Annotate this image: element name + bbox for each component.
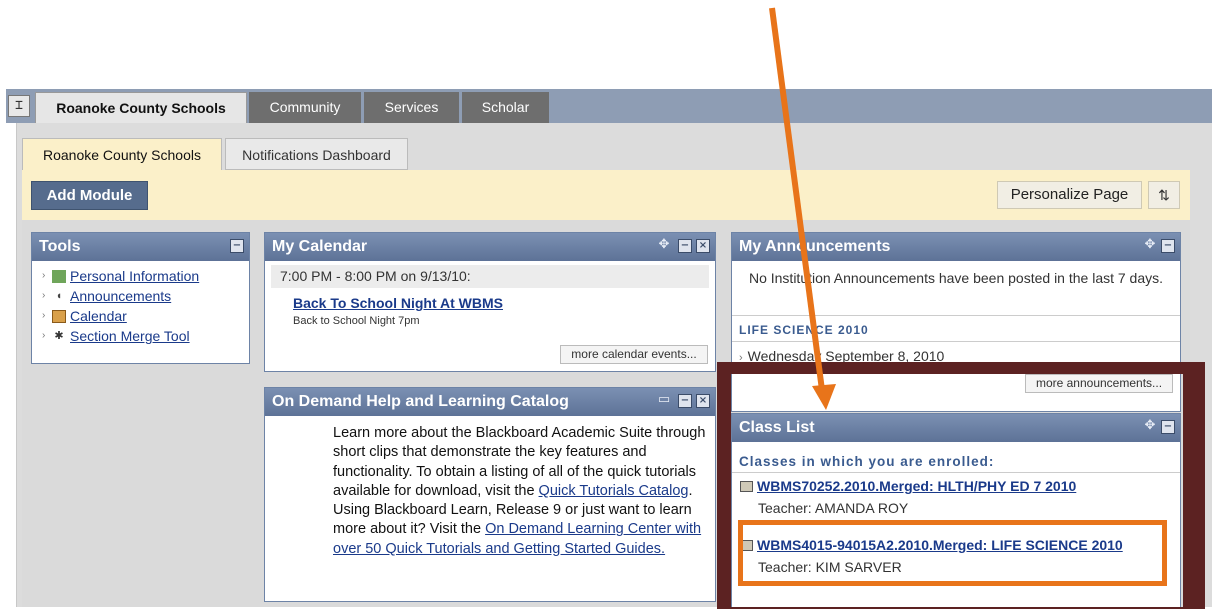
annotation-arrow-icon bbox=[769, 7, 836, 410]
